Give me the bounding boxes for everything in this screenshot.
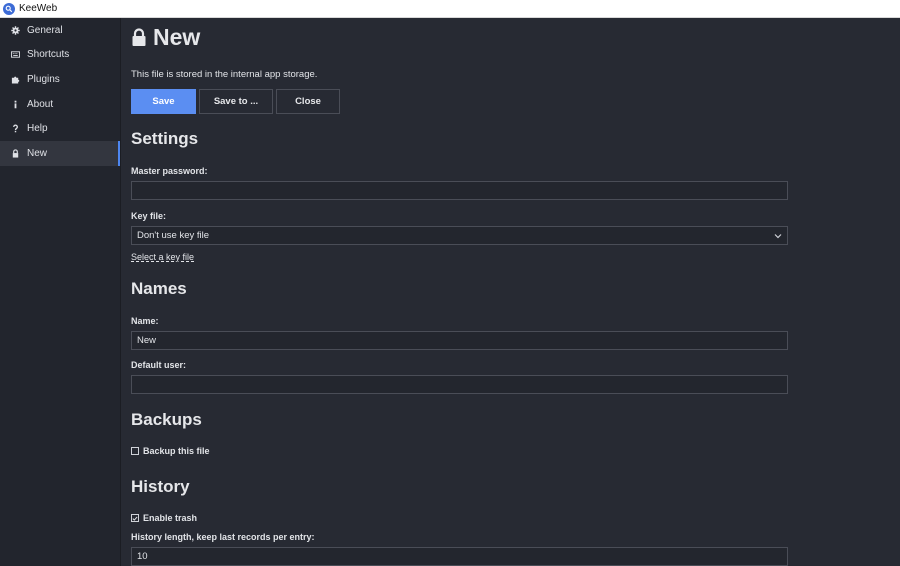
sidebar-item-new[interactable]: New xyxy=(0,140,120,166)
keyboard-icon xyxy=(10,50,20,60)
sidebar: General Shortcuts Plugins About Help New xyxy=(0,18,121,566)
key-file-select[interactable]: Don't use key file xyxy=(131,226,788,245)
question-icon xyxy=(10,124,20,134)
window-title: KeeWeb xyxy=(19,3,58,14)
sidebar-item-label: About xyxy=(27,98,54,110)
name-label: Name: xyxy=(131,316,159,326)
default-user-label: Default user: xyxy=(131,360,187,370)
key-file-label: Key file: xyxy=(131,211,167,221)
sidebar-item-general[interactable]: General xyxy=(0,18,120,43)
info-icon xyxy=(10,99,20,109)
sidebar-item-about[interactable]: About xyxy=(0,92,120,117)
backups-heading: Backups xyxy=(131,410,202,429)
main-panel: New This file is stored in the internal … xyxy=(121,18,900,566)
default-user-field[interactable] xyxy=(131,375,788,394)
page-title-text: New xyxy=(153,24,201,50)
key-file-select-value: Don't use key file xyxy=(137,230,210,241)
settings-heading: Settings xyxy=(131,129,199,148)
title-bar: KeeWeb xyxy=(0,0,900,18)
backup-checkbox[interactable]: Backup this file xyxy=(131,446,210,456)
history-heading: History xyxy=(131,477,190,496)
lock-icon xyxy=(10,148,20,158)
sidebar-item-label: New xyxy=(27,147,48,159)
name-field[interactable]: New xyxy=(131,331,788,350)
backup-checkbox-label: Backup this file xyxy=(143,446,210,456)
file-actions: Save Save to ... Close xyxy=(131,89,340,114)
enable-trash-label: Enable trash xyxy=(143,513,198,523)
keeweb-logo-icon xyxy=(3,2,15,15)
save-to-button[interactable]: Save to ... xyxy=(199,89,273,114)
sidebar-item-label: General xyxy=(27,24,63,36)
enable-trash-checkbox[interactable]: Enable trash xyxy=(131,513,197,523)
sidebar-item-plugins[interactable]: Plugins xyxy=(0,67,120,92)
chevron-down-icon xyxy=(774,233,782,238)
storage-info-text: This file is stored in the internal app … xyxy=(131,69,318,80)
sidebar-item-label: Help xyxy=(27,123,48,135)
master-password-label: Master password: xyxy=(131,166,208,176)
save-button[interactable]: Save xyxy=(131,89,196,114)
master-password-field[interactable] xyxy=(131,181,788,200)
names-heading: Names xyxy=(131,279,187,298)
history-length-label: History length, keep last records per en… xyxy=(131,532,315,542)
close-button[interactable]: Close xyxy=(276,89,340,114)
checkbox-checked-icon xyxy=(131,514,139,522)
sidebar-item-label: Plugins xyxy=(27,73,60,85)
puzzle-icon xyxy=(10,74,20,84)
gear-icon xyxy=(10,25,20,35)
history-length-field[interactable]: 10 xyxy=(131,547,788,566)
checkbox-unchecked-icon xyxy=(131,447,139,455)
sidebar-item-label: Shortcuts xyxy=(27,49,70,61)
select-key-file-link[interactable]: Select a key file xyxy=(131,252,194,262)
page-title: New xyxy=(131,24,200,51)
sidebar-item-shortcuts[interactable]: Shortcuts xyxy=(0,43,120,68)
lock-icon xyxy=(132,28,146,46)
sidebar-item-help[interactable]: Help xyxy=(0,116,120,141)
